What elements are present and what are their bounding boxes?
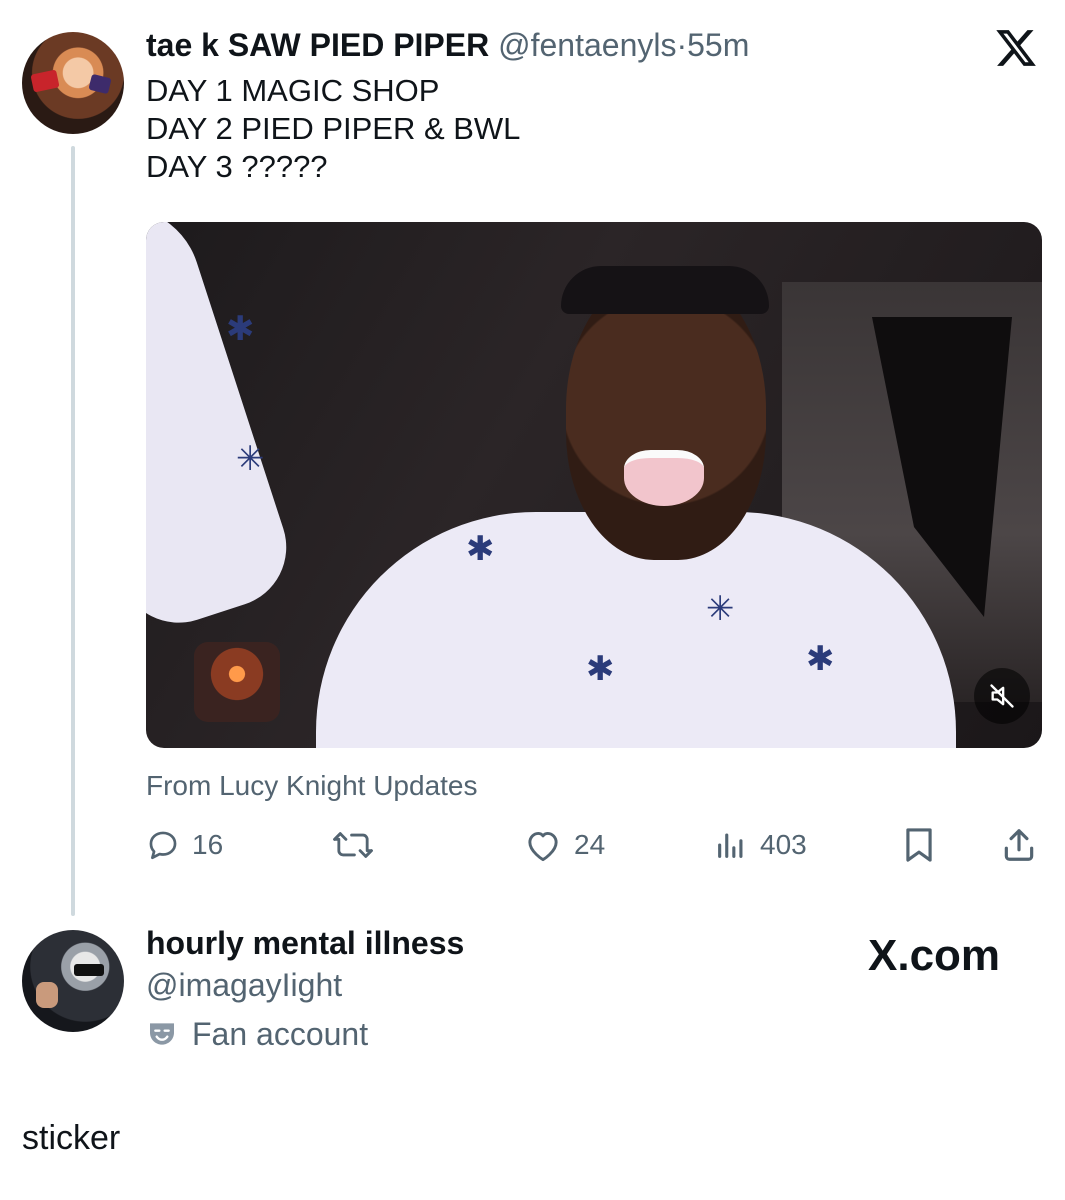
avatar-photo-detail: [36, 982, 58, 1008]
reply-icon: [149, 831, 177, 860]
share-icon: [1004, 829, 1034, 861]
share-button[interactable]: [1000, 822, 1038, 868]
reply-button[interactable]: 16: [146, 822, 223, 868]
x-logo-icon: [996, 30, 1036, 66]
theater-mask-icon: [150, 1023, 174, 1045]
video-candle: [194, 642, 280, 722]
profile-name[interactable]: hourly mental illness: [146, 924, 464, 962]
repost-icon: [333, 832, 373, 858]
profile-avatar[interactable]: [22, 930, 124, 1032]
video-mute-button[interactable]: [974, 668, 1030, 724]
tweet-line: DAY 1 MAGIC SHOP: [146, 73, 440, 108]
bookmark-icon: [906, 828, 932, 862]
views-button[interactable]: 403: [714, 822, 807, 868]
video-person-arm: [146, 222, 302, 639]
like-count: 24: [574, 829, 606, 860]
reply-count: 16: [192, 829, 224, 860]
author-name[interactable]: tae k SAW PIED PIPER: [146, 27, 489, 63]
avatar-photo-detail: [74, 964, 104, 976]
views-chart-icon: [718, 833, 743, 858]
tweet-video[interactable]: ✱ ✳ ✱ ✳ ✱ ✱: [146, 222, 1042, 748]
avatar-photo-detail: [30, 69, 60, 93]
x-com-watermark: X.com: [868, 931, 1001, 980]
views-count: 403: [760, 829, 807, 860]
author-avatar[interactable]: [22, 32, 124, 134]
muted-speaker-icon: [990, 684, 1014, 708]
avatar-photo-detail: [88, 73, 112, 95]
profile-badge: Fan account: [146, 1012, 368, 1056]
tweet-timestamp[interactable]: 55m: [687, 27, 749, 63]
heart-icon: [528, 831, 558, 862]
shirt-pattern: ✳: [706, 590, 735, 628]
shirt-pattern: ✱: [586, 650, 615, 688]
profile-handle[interactable]: @imagayIight: [146, 966, 342, 1004]
caption-text: sticker: [22, 1119, 121, 1157]
shirt-pattern: ✱: [226, 310, 255, 348]
profile-badge-label: Fan account: [192, 1015, 369, 1052]
tweet-header: tae k SAW PIED PIPER @fentaenyls·55m: [146, 26, 749, 64]
tweet-body: DAY 1 MAGIC SHOP DAY 2 PIED PIPER & BWL …: [146, 72, 520, 186]
shirt-pattern: ✳: [236, 440, 265, 478]
shirt-pattern: ✱: [466, 530, 495, 568]
video-person-mouth: [624, 450, 704, 506]
video-person-cap: [561, 266, 769, 314]
repost-button[interactable]: [330, 822, 388, 868]
video-attribution[interactable]: From Lucy Knight Updates: [146, 768, 478, 804]
header-separator: ·: [676, 27, 688, 63]
author-handle[interactable]: @fentaenyls: [498, 27, 676, 63]
bookmark-button[interactable]: [902, 822, 936, 868]
tweet-line: DAY 2 PIED PIPER & BWL: [146, 111, 521, 146]
tweet-line: DAY 3 ?????: [146, 149, 328, 184]
thread-connector-line: [71, 146, 75, 916]
shirt-pattern: ✱: [806, 640, 835, 678]
like-button[interactable]: 24: [524, 822, 605, 868]
